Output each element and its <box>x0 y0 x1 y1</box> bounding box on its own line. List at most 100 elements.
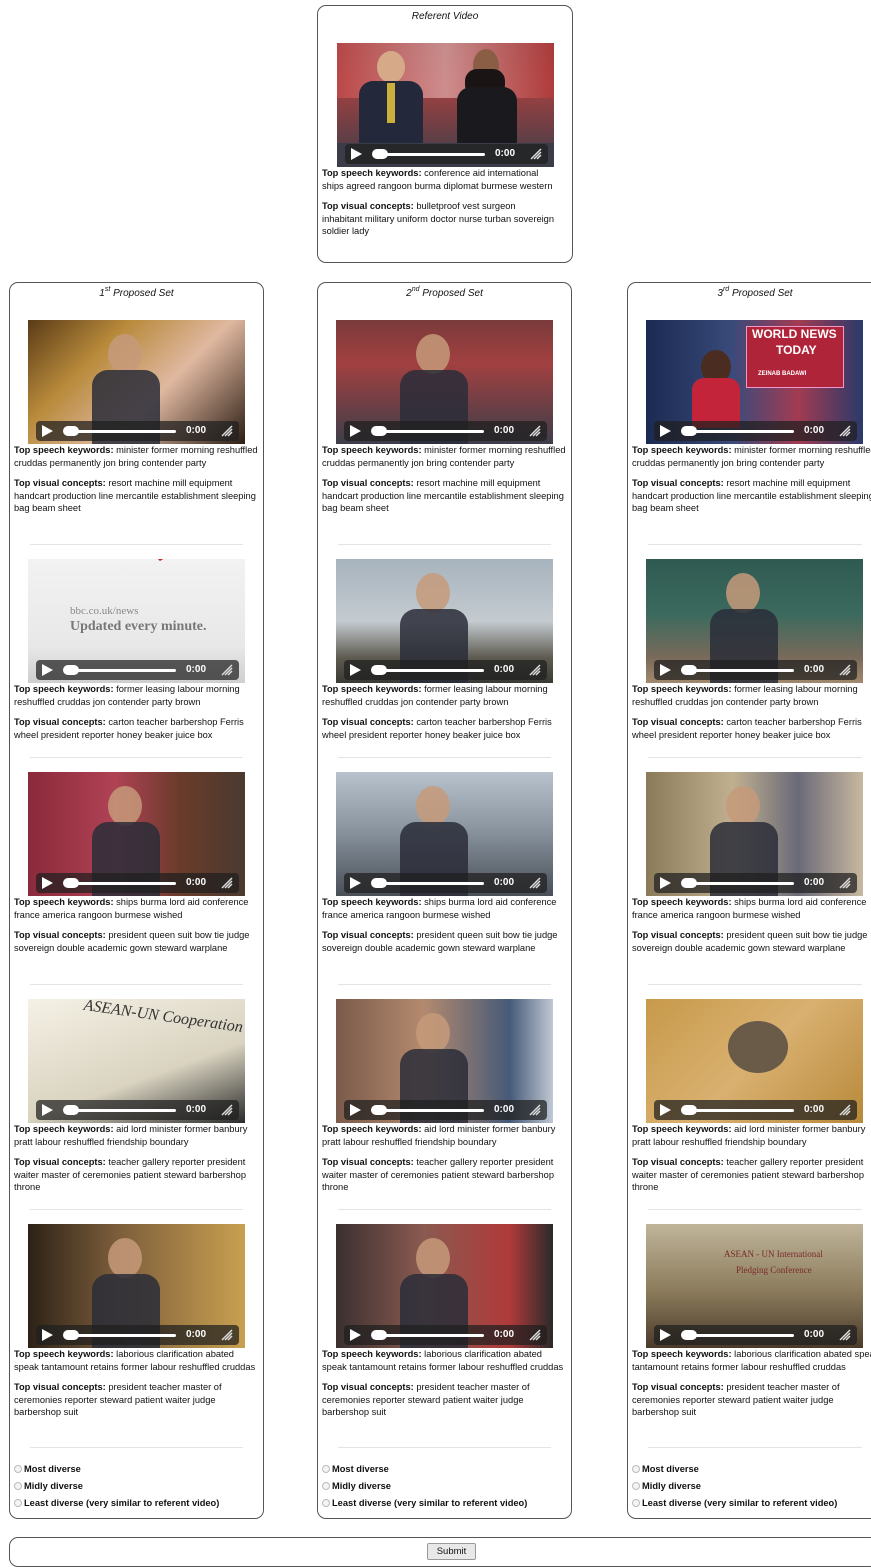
radio-button[interactable] <box>632 1465 640 1473</box>
volume-icon[interactable] <box>220 663 234 677</box>
progress-handle[interactable] <box>681 426 697 436</box>
progress-handle[interactable] <box>372 149 388 159</box>
progress-handle[interactable] <box>63 1330 79 1340</box>
progress-bar[interactable] <box>684 430 794 433</box>
progress-bar[interactable] <box>684 1109 794 1112</box>
video-player[interactable]: 0:00 <box>336 772 553 896</box>
progress-handle[interactable] <box>63 426 79 436</box>
progress-bar[interactable] <box>684 882 794 885</box>
video-player[interactable]: bbc.co.uk/news Updated every minute. 0:00 <box>28 559 245 683</box>
video-player[interactable]: 0:00 <box>646 999 863 1123</box>
play-icon[interactable] <box>42 1104 53 1116</box>
rating-option[interactable]: Most diverse <box>14 1461 219 1478</box>
progress-bar[interactable] <box>684 669 794 672</box>
video-player[interactable]: ASEAN-UN Cooperation 0:00 <box>28 999 245 1123</box>
volume-icon[interactable] <box>528 1103 542 1117</box>
radio-button[interactable] <box>632 1499 640 1507</box>
progress-bar[interactable] <box>374 430 484 433</box>
progress-bar[interactable] <box>66 882 176 885</box>
video-player[interactable]: 0:00 <box>28 1224 245 1348</box>
progress-bar[interactable] <box>374 1334 484 1337</box>
volume-icon[interactable] <box>220 876 234 890</box>
play-icon[interactable] <box>42 1329 53 1341</box>
submit-button[interactable]: Submit <box>427 1543 476 1560</box>
progress-handle[interactable] <box>371 426 387 436</box>
rating-option[interactable]: Most diverse <box>322 1461 527 1478</box>
play-icon[interactable] <box>660 664 671 676</box>
progress-bar[interactable] <box>374 669 484 672</box>
volume-icon[interactable] <box>838 424 852 438</box>
progress-handle[interactable] <box>371 1105 387 1115</box>
progress-handle[interactable] <box>371 878 387 888</box>
play-icon[interactable] <box>660 425 671 437</box>
progress-handle[interactable] <box>63 1105 79 1115</box>
volume-icon[interactable] <box>220 1328 234 1342</box>
volume-icon[interactable] <box>528 1328 542 1342</box>
video-player[interactable]: 0:00 <box>336 559 553 683</box>
progress-bar[interactable] <box>66 1334 176 1337</box>
radio-button[interactable] <box>14 1465 22 1473</box>
volume-icon[interactable] <box>220 1103 234 1117</box>
progress-handle[interactable] <box>371 665 387 675</box>
rating-option[interactable]: Midly diverse <box>14 1478 219 1495</box>
progress-handle[interactable] <box>681 665 697 675</box>
video-player[interactable]: 0:00 <box>337 43 554 167</box>
radio-button[interactable] <box>322 1465 330 1473</box>
play-icon[interactable] <box>350 877 361 889</box>
play-icon[interactable] <box>42 877 53 889</box>
rating-option[interactable]: Midly diverse <box>322 1478 527 1495</box>
volume-icon[interactable] <box>528 876 542 890</box>
volume-icon[interactable] <box>220 424 234 438</box>
play-icon[interactable] <box>660 1329 671 1341</box>
progress-bar[interactable] <box>66 669 176 672</box>
progress-bar[interactable] <box>374 1109 484 1112</box>
progress-bar[interactable] <box>66 430 176 433</box>
item-divider <box>648 757 862 758</box>
play-icon[interactable] <box>350 664 361 676</box>
volume-icon[interactable] <box>528 424 542 438</box>
progress-handle[interactable] <box>681 878 697 888</box>
progress-handle[interactable] <box>681 1105 697 1115</box>
video-player[interactable]: 0:00 <box>336 999 553 1123</box>
play-icon[interactable] <box>350 425 361 437</box>
volume-icon[interactable] <box>838 1103 852 1117</box>
volume-icon[interactable] <box>528 663 542 677</box>
volume-icon[interactable] <box>838 876 852 890</box>
play-icon[interactable] <box>350 1329 361 1341</box>
volume-icon[interactable] <box>529 147 543 161</box>
progress-bar[interactable] <box>374 882 484 885</box>
rating-option[interactable]: Least diverse (very similar to referent … <box>14 1495 219 1512</box>
play-icon[interactable] <box>351 148 362 160</box>
progress-handle[interactable] <box>63 665 79 675</box>
video-player[interactable]: 0:00 <box>646 772 863 896</box>
play-icon[interactable] <box>42 425 53 437</box>
progress-bar[interactable] <box>375 153 485 156</box>
rating-option[interactable]: Midly diverse <box>632 1478 837 1495</box>
video-player[interactable]: 0:00 <box>646 559 863 683</box>
radio-button[interactable] <box>322 1482 330 1490</box>
radio-button[interactable] <box>14 1482 22 1490</box>
volume-icon[interactable] <box>838 663 852 677</box>
radio-button[interactable] <box>14 1499 22 1507</box>
progress-bar[interactable] <box>684 1334 794 1337</box>
progress-handle[interactable] <box>371 1330 387 1340</box>
video-player[interactable]: 0:00 <box>28 320 245 444</box>
rating-option[interactable]: Most diverse <box>632 1461 837 1478</box>
video-player[interactable]: WORLD NEWS TODAY ZEINAB BADAWI 0:00 <box>646 320 863 444</box>
play-icon[interactable] <box>660 877 671 889</box>
video-player[interactable]: 0:00 <box>336 320 553 444</box>
radio-button[interactable] <box>632 1482 640 1490</box>
video-player[interactable]: ASEAN - UN International Pledging Confere… <box>646 1224 863 1348</box>
play-icon[interactable] <box>350 1104 361 1116</box>
progress-bar[interactable] <box>66 1109 176 1112</box>
radio-button[interactable] <box>322 1499 330 1507</box>
play-icon[interactable] <box>42 664 53 676</box>
video-player[interactable]: 0:00 <box>28 772 245 896</box>
volume-icon[interactable] <box>838 1328 852 1342</box>
rating-option[interactable]: Least diverse (very similar to referent … <box>322 1495 527 1512</box>
rating-option[interactable]: Least diverse (very similar to referent … <box>632 1495 837 1512</box>
video-player[interactable]: 0:00 <box>336 1224 553 1348</box>
play-icon[interactable] <box>660 1104 671 1116</box>
progress-handle[interactable] <box>681 1330 697 1340</box>
progress-handle[interactable] <box>63 878 79 888</box>
